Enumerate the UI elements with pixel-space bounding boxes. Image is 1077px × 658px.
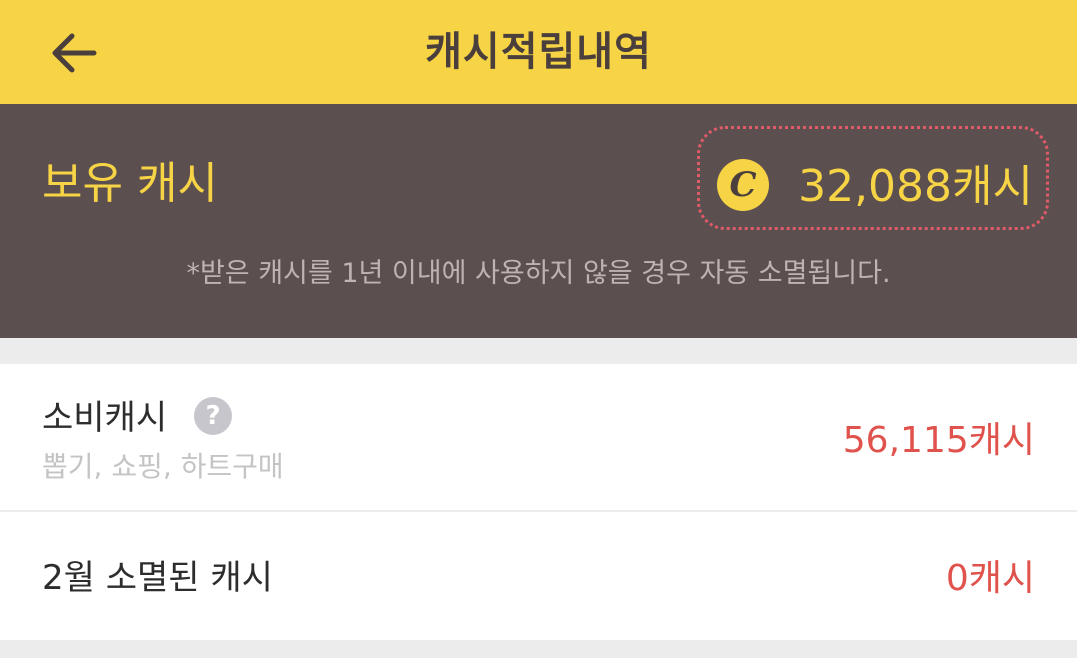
balance-amount: 32,088캐시 xyxy=(798,161,1033,212)
app-header: 캐시적립내역 xyxy=(0,0,1077,104)
expired-cash-value: 0캐시 xyxy=(945,558,1035,599)
balance-panel: 보유 캐시 32,088캐시 *받은 캐시를 1년 이내에 사용하지 않을 경우… xyxy=(0,104,1077,338)
expiry-notice: *받은 캐시를 1년 이내에 사용하지 않을 경우 자동 소멸됩니다. xyxy=(186,258,891,289)
question-circle-icon[interactable]: ? xyxy=(194,397,232,435)
page-title: 캐시적립내역 xyxy=(425,29,652,75)
expired-cash-row[interactable]: 2월 소멸된 캐시 0캐시 xyxy=(0,512,1077,640)
coin-letter: C xyxy=(729,165,757,205)
arrow-left-icon xyxy=(52,33,97,73)
cash-coin-icon: C xyxy=(717,159,769,211)
expired-cash-label: 2월 소멸된 캐시 xyxy=(42,558,273,598)
spent-cash-row[interactable]: 소비캐시 ? 뽑기, 쇼핑, 하트구매 56,115캐시 xyxy=(0,364,1077,510)
back-button[interactable] xyxy=(46,28,102,78)
balance-label: 보유 캐시 xyxy=(42,158,218,209)
spent-cash-value: 56,115캐시 xyxy=(842,420,1035,461)
spent-cash-description: 뽑기, 쇼핑, 하트구매 xyxy=(42,450,284,483)
spent-cash-label: 소비캐시 xyxy=(42,398,168,438)
